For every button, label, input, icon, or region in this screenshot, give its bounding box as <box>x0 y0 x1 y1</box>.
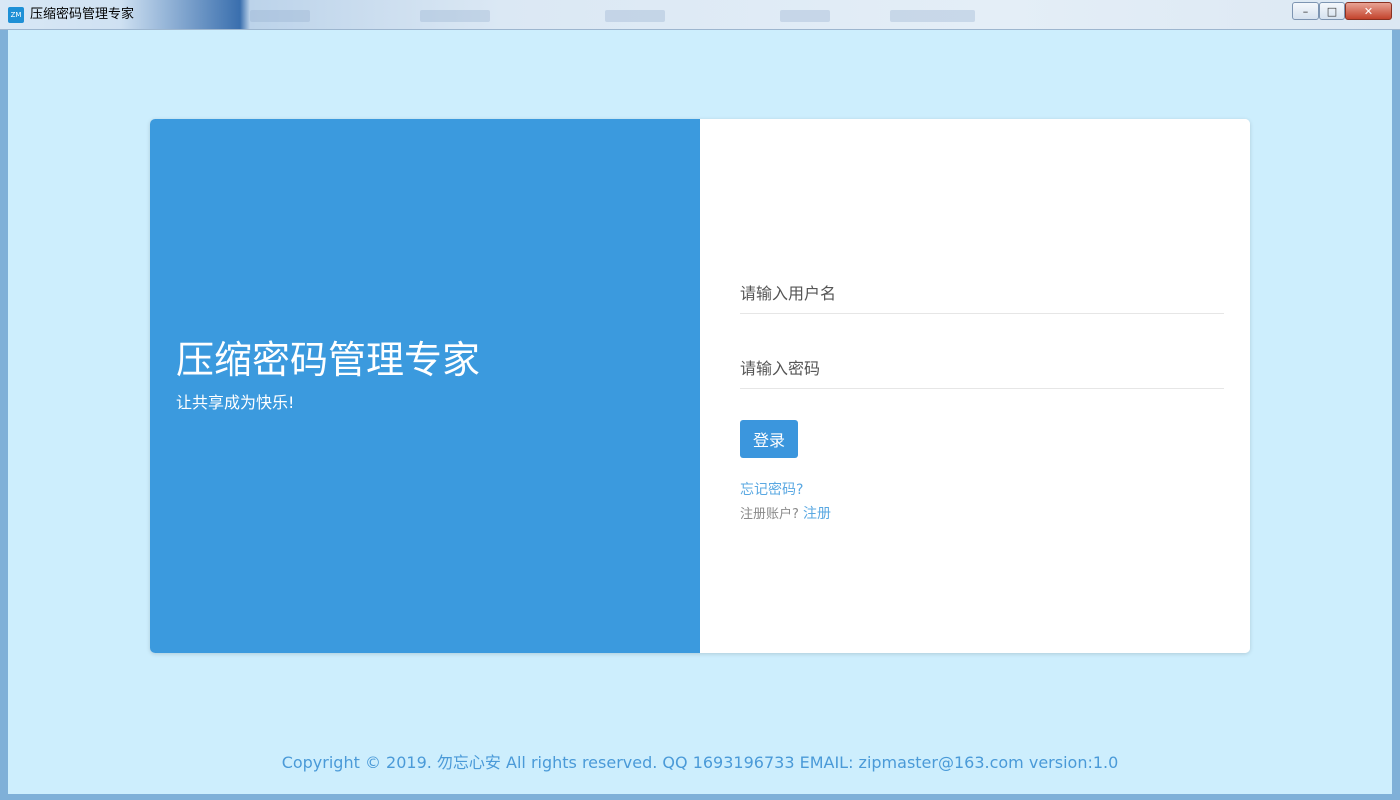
background-ghost-text <box>250 10 310 22</box>
app-slogan: 让共享成为快乐! <box>176 393 295 412</box>
login-card: 压缩密码管理专家 让共享成为快乐! 登录 忘记密码? 注册账户? 注册 <box>150 119 1250 653</box>
register-prompt: 注册账户? <box>740 507 799 522</box>
minimize-button[interactable]: – <box>1292 2 1319 20</box>
username-field[interactable] <box>740 274 1224 314</box>
copyright-footer: Copyright © 2019. 勿忘心安 All rights reserv… <box>281 753 1119 772</box>
main-content: 压缩密码管理专家 让共享成为快乐! 登录 忘记密码? 注册账户? 注册 Copy… <box>8 30 1392 794</box>
brand-panel: 压缩密码管理专家 让共享成为快乐! <box>150 119 700 653</box>
background-ghost-text <box>890 10 975 22</box>
login-button[interactable]: 登录 <box>740 420 798 458</box>
login-form-panel: 登录 忘记密码? 注册账户? 注册 <box>700 119 1250 653</box>
app-icon: ZM <box>8 7 24 23</box>
app-heading: 压缩密码管理专家 <box>176 338 481 382</box>
forgot-password-link[interactable]: 忘记密码? <box>740 480 803 500</box>
app-window: ZM 压缩密码管理专家 – □ ✕ 压缩密码管理专家 让共享成为快乐! 登录 忘… <box>0 0 1400 800</box>
password-field[interactable] <box>740 349 1224 389</box>
maximize-button[interactable]: □ <box>1319 2 1345 20</box>
background-ghost-text <box>780 10 830 22</box>
close-button[interactable]: ✕ <box>1345 2 1392 20</box>
register-link[interactable]: 注册 <box>803 506 831 522</box>
register-row: 注册账户? 注册 <box>740 505 831 524</box>
window-title: 压缩密码管理专家 <box>30 7 135 22</box>
title-bar[interactable]: ZM 压缩密码管理专家 – □ ✕ <box>0 0 1400 30</box>
background-ghost-text <box>605 10 665 22</box>
background-ghost-text <box>420 10 490 22</box>
